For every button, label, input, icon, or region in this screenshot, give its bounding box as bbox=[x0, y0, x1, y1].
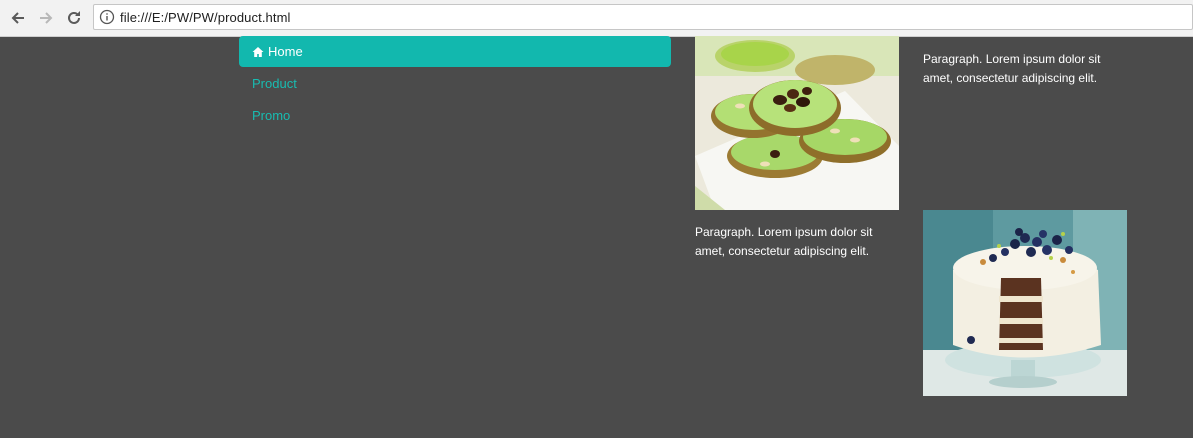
forward-button[interactable] bbox=[36, 8, 56, 28]
pancake-image bbox=[695, 36, 899, 210]
info-icon[interactable] bbox=[99, 9, 115, 25]
reload-icon bbox=[68, 11, 80, 24]
cake-image bbox=[923, 210, 1127, 396]
paragraph-text: Paragraph. Lorem ipsum dolor sit amet, c… bbox=[695, 225, 873, 258]
nav-item-product-label: Product bbox=[252, 76, 297, 91]
paragraph-text: Paragraph. Lorem ipsum dolor sit amet, c… bbox=[923, 52, 1101, 85]
browser-toolbar: file:///E:/PW/PW/product.html bbox=[0, 0, 1193, 37]
nav-item-home[interactable]: Home bbox=[239, 36, 671, 67]
nav-item-home-label: Home bbox=[268, 44, 303, 59]
home-icon bbox=[252, 46, 264, 57]
back-button[interactable] bbox=[8, 8, 28, 28]
nav-item-promo-label: Promo bbox=[252, 108, 291, 123]
url-text[interactable]: file:///E:/PW/PW/product.html bbox=[120, 10, 291, 25]
reload-button[interactable] bbox=[64, 8, 84, 28]
nav-item-promo[interactable]: Promo bbox=[239, 100, 671, 131]
forward-arrow-icon bbox=[40, 12, 53, 24]
back-arrow-icon bbox=[11, 12, 24, 24]
address-bar[interactable]: file:///E:/PW/PW/product.html bbox=[93, 4, 1193, 30]
nav-item-product[interactable]: Product bbox=[239, 68, 671, 99]
